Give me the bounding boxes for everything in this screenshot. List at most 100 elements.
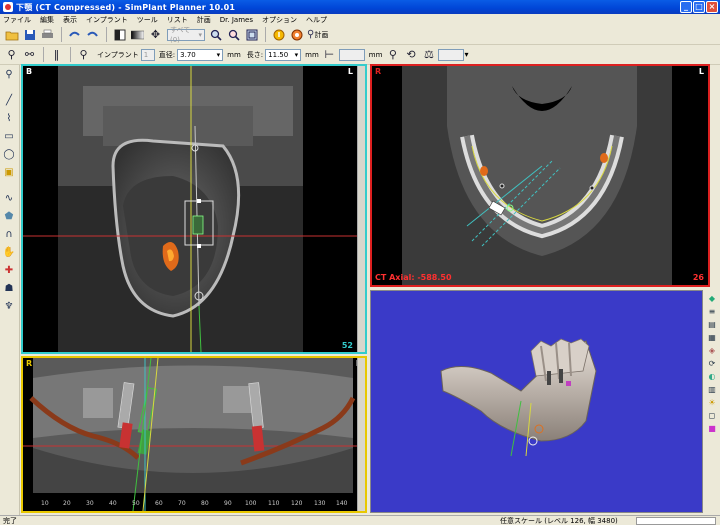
line-measure-icon[interactable]: ╱: [0, 91, 18, 109]
polyline-icon[interactable]: ⌇: [0, 109, 18, 127]
selection-dropdown[interactable]: すべて(0) ▾: [167, 26, 205, 44]
diameter-field[interactable]: 3.70 ▾: [177, 48, 224, 61]
info-icon[interactable]: [270, 26, 287, 43]
undo-icon[interactable]: [66, 26, 83, 43]
maximize-button[interactable]: □: [693, 1, 705, 13]
curve-icon[interactable]: ∿: [0, 189, 18, 207]
app-icon: [3, 2, 13, 12]
menu-view[interactable]: 表示: [63, 15, 77, 25]
main-toolbar: ✥ すべて(0) ▾ ⚲ 計画: [0, 25, 720, 45]
menu-list[interactable]: リスト: [167, 15, 188, 25]
status-progress-box: [636, 517, 716, 525]
panoramic-image: [23, 358, 365, 511]
close-button[interactable]: ×: [706, 1, 718, 13]
arch-icon[interactable]: ∩: [0, 225, 18, 243]
surface-icon[interactable]: ▥: [705, 383, 719, 395]
gradient-icon[interactable]: [129, 26, 146, 43]
implant-number-field[interactable]: 1: [140, 48, 155, 61]
tooth-icon[interactable]: ♆: [0, 297, 18, 315]
clip-icon[interactable]: ◈: [705, 344, 719, 356]
pan-icon[interactable]: ✥: [147, 26, 164, 43]
volume-3d-view[interactable]: [370, 290, 703, 513]
zoom-reset-icon[interactable]: [225, 26, 242, 43]
implant-pair-icon[interactable]: ⚯: [21, 46, 38, 63]
cross-orient-left: B: [26, 67, 33, 76]
abutment-icon[interactable]: ‖: [48, 46, 65, 63]
ellipse-icon[interactable]: ◯: [0, 145, 18, 163]
angle-field[interactable]: [438, 48, 465, 61]
open-folder-icon[interactable]: [3, 26, 20, 43]
opacity-icon[interactable]: ◐: [705, 370, 719, 382]
light-icon[interactable]: ☀: [705, 396, 719, 408]
implant-parallel-icon[interactable]: ⚖: [420, 46, 437, 63]
diameter-value: 3.70: [180, 50, 196, 59]
toolbar-separator: [265, 27, 266, 42]
implant-rotate-icon[interactable]: ⟲: [402, 46, 419, 63]
contrast-icon[interactable]: [111, 26, 128, 43]
implant-tool-icon[interactable]: ⚲: [0, 65, 18, 83]
implant-toolbar: ⚲ ⚯ ‖ ⚲ インプラント 1 直径: 3.70 ▾ mm 長さ: 11.50…: [0, 45, 720, 65]
cross-section-view[interactable]: B L 52: [21, 64, 367, 354]
axial-view[interactable]: R L CT Axial: -588.50 26: [370, 64, 710, 287]
diameter-label: 直径:: [158, 50, 176, 59]
person-icon[interactable]: ☗: [0, 279, 18, 297]
ruler-tick: 100: [245, 500, 257, 507]
layer-icon[interactable]: ▤: [705, 318, 719, 330]
redo-icon[interactable]: [84, 26, 101, 43]
tooth-model-icon[interactable]: ◻: [705, 409, 719, 421]
ruler-tick: 70: [178, 500, 186, 507]
status-scale: 任意スケール (レベル 126, 幅 3480): [500, 516, 618, 525]
nerve-tool-icon[interactable]: ✚: [0, 261, 18, 279]
panoramic-view[interactable]: R L 10 20 30 40 50 60 70 80 90 100 110 1…: [21, 356, 367, 513]
window-title: 下顎 (CT Compressed) - SimPlant Planner 10…: [16, 2, 236, 12]
axial-slice-label: CT Axial: -588.50: [375, 273, 452, 282]
nerve-distance-field[interactable]: [338, 48, 365, 61]
hand-tool-icon[interactable]: ✋: [0, 243, 18, 261]
plan-button[interactable]: ⚲ 計画: [307, 29, 328, 40]
color-wheel-icon[interactable]: [288, 26, 305, 43]
implant-select-icon[interactable]: ⚲: [75, 46, 92, 63]
menu-plan[interactable]: 計画: [197, 15, 211, 25]
color-icon[interactable]: ■: [705, 422, 719, 434]
menu-options[interactable]: オプション: [262, 15, 297, 25]
view-reset-icon[interactable]: ◆: [705, 292, 719, 304]
status-text: 完了: [3, 516, 17, 525]
fit-view-icon[interactable]: [243, 26, 260, 43]
ruler-tick: 60: [155, 500, 163, 507]
minimize-button[interactable]: _: [680, 1, 692, 13]
rectangle-icon[interactable]: ▭: [0, 127, 18, 145]
axial-image: [402, 66, 672, 285]
pano-vertical-scrollbar[interactable]: [357, 358, 365, 511]
cross-vertical-scrollbar[interactable]: [357, 66, 365, 352]
settings-icon[interactable]: ≡: [705, 305, 719, 317]
save-icon[interactable]: [21, 26, 38, 43]
menu-edit[interactable]: 編集: [40, 15, 54, 25]
ruler-tick: 130: [314, 500, 326, 507]
implant-pin-icon[interactable]: ⚲: [3, 46, 20, 63]
nerve-icon[interactable]: ⊢: [321, 46, 338, 63]
ruler-tick: 40: [109, 500, 117, 507]
rotate-icon[interactable]: ⟳: [705, 357, 719, 369]
ruler-tick: 140: [336, 500, 348, 507]
cross-slice-number: 52: [341, 341, 353, 350]
menu-implant[interactable]: インプラント: [86, 15, 128, 25]
toolbar-separator: [61, 27, 62, 42]
ruler-tick: 10: [41, 500, 49, 507]
ruler-tick: 120: [291, 500, 303, 507]
print-icon[interactable]: [39, 26, 56, 43]
length-value: 11.50: [268, 50, 289, 59]
length-unit: mm: [305, 50, 319, 59]
implant-align-icon[interactable]: ⚲: [384, 46, 401, 63]
length-field[interactable]: 11.50 ▾: [265, 48, 302, 61]
annotation-icon[interactable]: ▣: [0, 163, 18, 181]
menu-doctor[interactable]: Dr. James: [220, 16, 253, 24]
chevron-down-icon[interactable]: ▾: [464, 50, 468, 59]
mandible-3d-model: [440, 338, 597, 457]
menu-help[interactable]: ヘルプ: [306, 15, 327, 25]
camera-icon[interactable]: ▦: [705, 331, 719, 343]
axial-slice-number: 26: [692, 273, 704, 282]
segmentation-icon[interactable]: ⬟: [0, 207, 18, 225]
menu-tools[interactable]: ツール: [137, 15, 158, 25]
zoom-icon[interactable]: [207, 26, 224, 43]
menu-file[interactable]: ファイル: [3, 15, 31, 25]
